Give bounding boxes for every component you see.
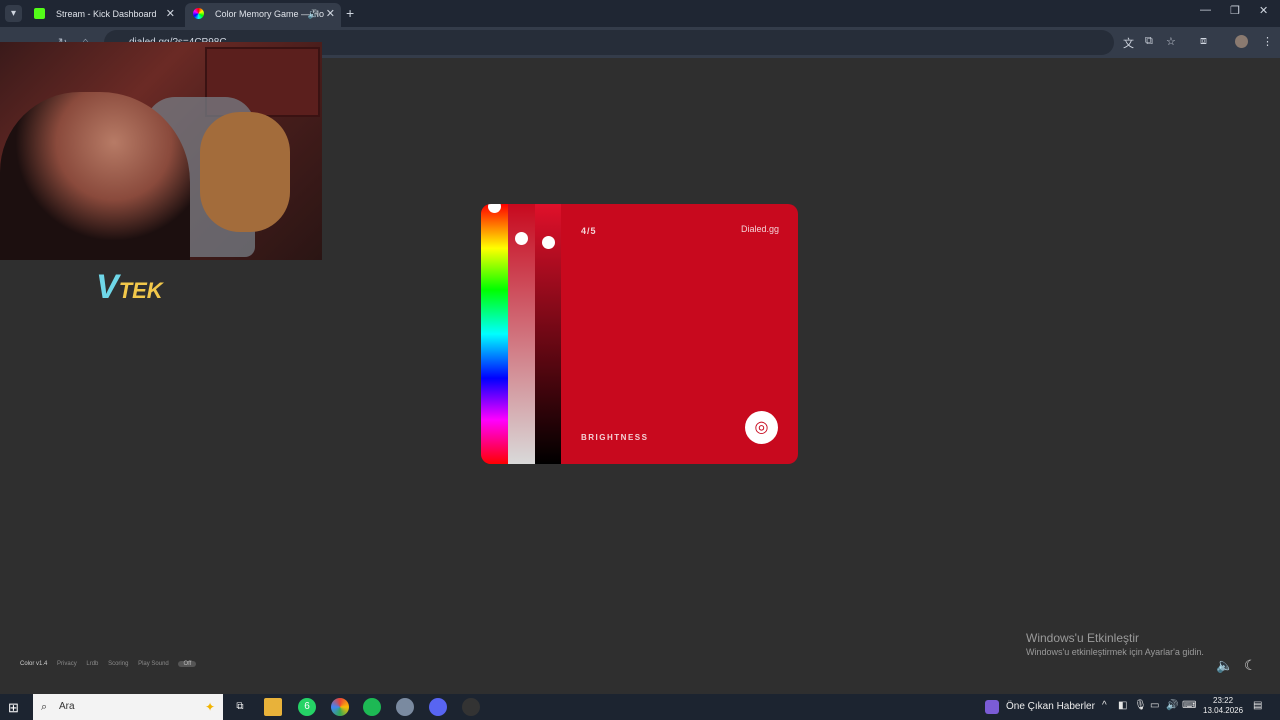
scoring-link[interactable]: Scoring	[108, 661, 128, 667]
submit-button[interactable]: ◎	[745, 411, 778, 444]
activation-watermark: Windows'u Etkinleştir Windows'u etkinleş…	[1026, 631, 1204, 657]
app-icon[interactable]	[396, 698, 414, 716]
restore-icon[interactable]: ❐	[1230, 4, 1240, 17]
lrdb-link[interactable]: Lrdb	[86, 661, 98, 667]
dark-mode-icon[interactable]: ☾	[1244, 657, 1257, 674]
speaker-icon[interactable]: 🔊	[308, 3, 319, 25]
whatsapp-badge: 6	[304, 701, 310, 712]
tab-strip: ▾ Stream - Kick Dashboard ✕ Color Memory…	[0, 0, 1280, 27]
news-icon	[985, 700, 999, 714]
discord-icon[interactable]	[429, 698, 447, 716]
tab-search-button[interactable]: ▾	[5, 5, 22, 22]
taskbar: ⊞ ⌕ Ara ✦ ⧉ 6 Öne Çıkan Haberler ^ ◧ 🎙 ▭…	[0, 694, 1280, 720]
brand-label: Dialed.gg	[740, 224, 779, 234]
recording-app-icon[interactable]	[462, 698, 480, 716]
whatsapp-icon[interactable]: 6	[298, 698, 316, 716]
round-counter: 4/5	[581, 226, 597, 236]
privacy-link[interactable]: Privacy	[57, 661, 77, 667]
extensions-icon[interactable]: ⧈	[1200, 35, 1207, 48]
play-sound-link[interactable]: Play Sound	[138, 661, 169, 667]
microphone-icon[interactable]: 🎙	[1134, 700, 1147, 711]
file-explorer-icon[interactable]	[264, 698, 282, 716]
watermark-subtitle: Windows'u etkinleştirmek için Ayarlar'a …	[1026, 647, 1204, 657]
translate-icon[interactable]: 文	[1123, 35, 1134, 51]
sparkle-icon: ✦	[204, 700, 215, 714]
close-tab-icon[interactable]: ✕	[166, 3, 175, 25]
bookmark-star-icon[interactable]: ☆	[1166, 35, 1176, 48]
kick-favicon-icon	[34, 8, 45, 19]
hue-slider[interactable]	[481, 204, 508, 464]
speaker-tray-icon[interactable]: 🔊	[1166, 700, 1178, 711]
close-window-icon[interactable]: ✕	[1259, 4, 1268, 17]
network-icon[interactable]: ▭	[1150, 700, 1159, 711]
streamer-image	[0, 92, 190, 260]
keyboard-icon[interactable]: ⌨	[1182, 700, 1196, 711]
brightness-slider-handle[interactable]	[542, 236, 555, 249]
slider-label: BRIGHTNESS	[581, 433, 649, 442]
tab-kick-dashboard[interactable]: Stream - Kick Dashboard ✕	[26, 3, 181, 27]
tab-color-memory-game[interactable]: Color Memory Game — Ho 🔊 ✕	[185, 3, 341, 27]
target-icon: ◎	[754, 419, 769, 436]
date-label: 13.04.2026	[1203, 706, 1244, 715]
volume-icon[interactable]: 🔈	[1216, 657, 1233, 674]
chrome-icon[interactable]	[331, 698, 349, 716]
time-label: 23:22	[1213, 696, 1234, 705]
plush-toy-image	[200, 112, 290, 232]
notification-icon[interactable]: ▤	[1253, 700, 1262, 711]
chevron-up-icon[interactable]: ^	[1102, 700, 1107, 711]
search-icon: ⌕	[41, 701, 48, 713]
close-tab-icon[interactable]: ✕	[326, 3, 335, 25]
color-game-card: 4/5 Dialed.gg BRIGHTNESS ◎	[481, 204, 798, 464]
saturation-slider-handle[interactable]	[515, 232, 528, 245]
news-label: Öne Çıkan Haberler	[1006, 701, 1095, 712]
minimize-icon[interactable]: —	[1200, 4, 1211, 16]
profile-avatar[interactable]	[1235, 35, 1248, 48]
new-tab-button[interactable]: +	[346, 5, 354, 21]
webcam-overlay	[0, 42, 322, 260]
install-app-icon[interactable]: ⧉	[1145, 35, 1153, 48]
clock[interactable]: 23:22 13.04.2026	[1203, 696, 1243, 716]
version-label: Color v1.4	[20, 661, 48, 667]
task-view-icon[interactable]: ⧉	[231, 698, 249, 716]
spotify-icon[interactable]	[363, 698, 381, 716]
menu-icon[interactable]: ⋮	[1262, 35, 1273, 48]
search-placeholder: Ara	[59, 701, 75, 712]
sound-toggle[interactable]: Off	[178, 661, 197, 667]
page-footer: Color v1.4 Privacy Lrdb Scoring Play Sou…	[20, 661, 204, 667]
windows-start-icon[interactable]: ⊞	[8, 700, 19, 716]
tab-title: Stream - Kick Dashboard	[56, 9, 157, 19]
taskbar-search[interactable]: ⌕ Ara ✦	[33, 694, 223, 720]
game-favicon-icon	[193, 8, 204, 19]
tray-app-icon[interactable]: ◧	[1118, 700, 1127, 711]
news-widget[interactable]: Öne Çıkan Haberler	[985, 694, 1095, 720]
watermark-title: Windows'u Etkinleştir	[1026, 631, 1139, 645]
vtek-logo: VTEK	[96, 268, 163, 306]
